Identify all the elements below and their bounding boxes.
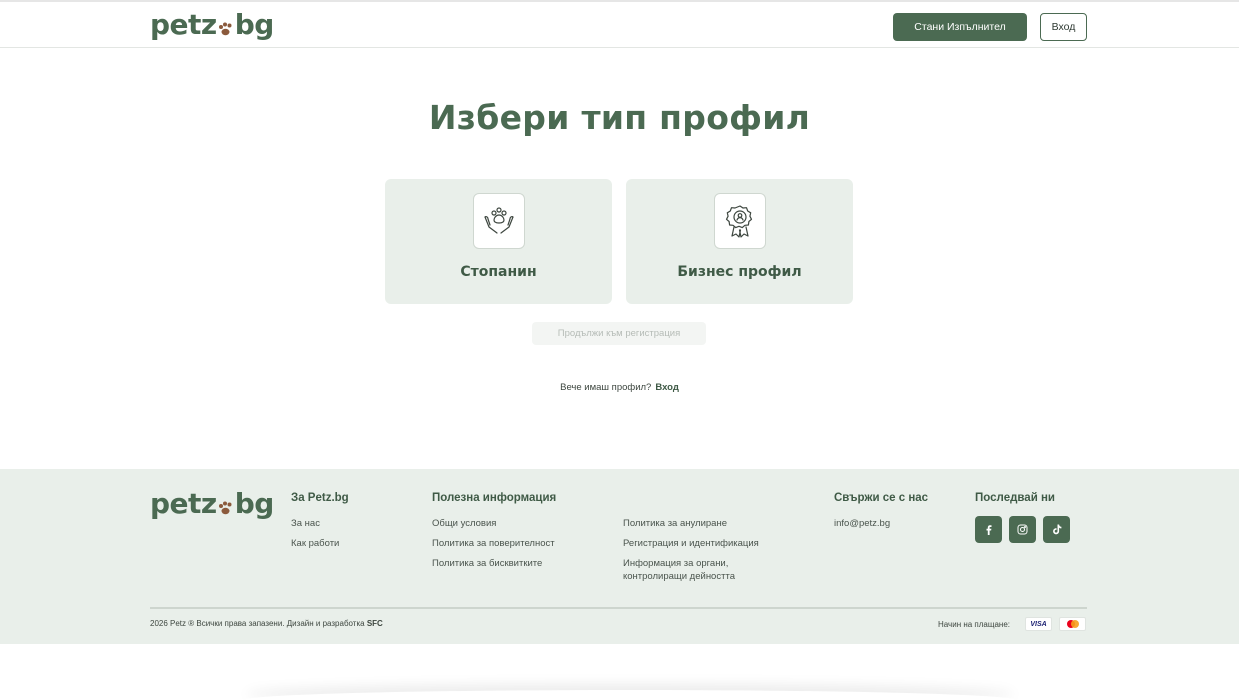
owner-card-label: Стопанин — [460, 264, 537, 280]
footer-email-link[interactable]: info@petz.bg — [834, 517, 890, 530]
copyright-main: 2026 Petz ® Всички права запазени. Дизай… — [150, 619, 365, 628]
facebook-icon[interactable] — [975, 516, 1002, 543]
footer-contact-heading: Свържи се с нас — [834, 492, 929, 504]
footer-logo-text-left: petz — [150, 487, 217, 520]
visa-text: VISA — [1030, 620, 1047, 628]
business-card-label: Бизнес профил — [677, 264, 802, 280]
mastercard-icon — [1059, 617, 1086, 631]
profile-type-business-card[interactable]: Бизнес профил — [626, 179, 853, 304]
have-account-text: Вече имаш профил? — [560, 382, 652, 393]
payment-method-label: Начин на плащане: — [938, 620, 1010, 629]
have-account-login-link[interactable]: Вход — [655, 382, 679, 393]
footer-logo[interactable]: petz bg — [150, 487, 274, 520]
copyright-brand-link[interactable]: SFC — [367, 619, 383, 628]
have-account-line: Вече имаш профил? Вход — [0, 382, 1239, 393]
paw-icon — [218, 499, 234, 515]
footer-link-authorities[interactable]: Информация за органи, контролиращи дейно… — [623, 557, 788, 583]
paw-hands-icon — [473, 193, 525, 249]
site-header: petz bg Стани Изпълнител Вход — [0, 0, 1239, 48]
award-badge-icon — [714, 193, 766, 249]
footer-follow-heading: Последвай ни — [975, 492, 1055, 504]
footer-link-terms[interactable]: Общи условия — [432, 517, 496, 530]
site-footer: petz bg За Petz.bg За нас Как работи Пол… — [0, 469, 1239, 644]
footer-divider — [150, 607, 1087, 609]
become-performer-button[interactable]: Стани Изпълнител — [893, 13, 1027, 41]
profile-type-owner-card[interactable]: Стопанин — [385, 179, 612, 304]
login-button[interactable]: Вход — [1040, 13, 1087, 41]
footer-link-how-it-works[interactable]: Как работи — [291, 537, 339, 550]
logo-text-right: bg — [234, 8, 275, 41]
header-logo[interactable]: petz bg — [150, 8, 274, 41]
footer-link-registration[interactable]: Регистрация и идентификация — [623, 537, 759, 550]
paw-icon — [218, 20, 234, 36]
footer-link-about[interactable]: За нас — [291, 517, 320, 530]
page-title: Избери тип профил — [428, 98, 811, 137]
instagram-icon[interactable] — [1009, 516, 1036, 543]
footer-useful-heading: Полезна информация — [432, 492, 557, 504]
bottom-shadow — [245, 690, 1015, 700]
continue-to-registration-button[interactable]: Продължи към регистрация — [532, 322, 706, 345]
footer-logo-text-right: bg — [234, 487, 275, 520]
footer-about-heading: За Petz.bg — [291, 492, 349, 504]
tiktok-icon[interactable] — [1043, 516, 1070, 543]
copyright-text: 2026 Petz ® Всички права запазени. Дизай… — [150, 619, 383, 628]
visa-icon: VISA — [1025, 617, 1052, 631]
logo-text-left: petz — [150, 8, 217, 41]
footer-link-cancellation[interactable]: Политика за анулиране — [623, 517, 727, 530]
footer-link-privacy[interactable]: Политика за поверителност — [432, 537, 555, 550]
footer-link-cookies[interactable]: Политика за бисквитките — [432, 557, 542, 570]
